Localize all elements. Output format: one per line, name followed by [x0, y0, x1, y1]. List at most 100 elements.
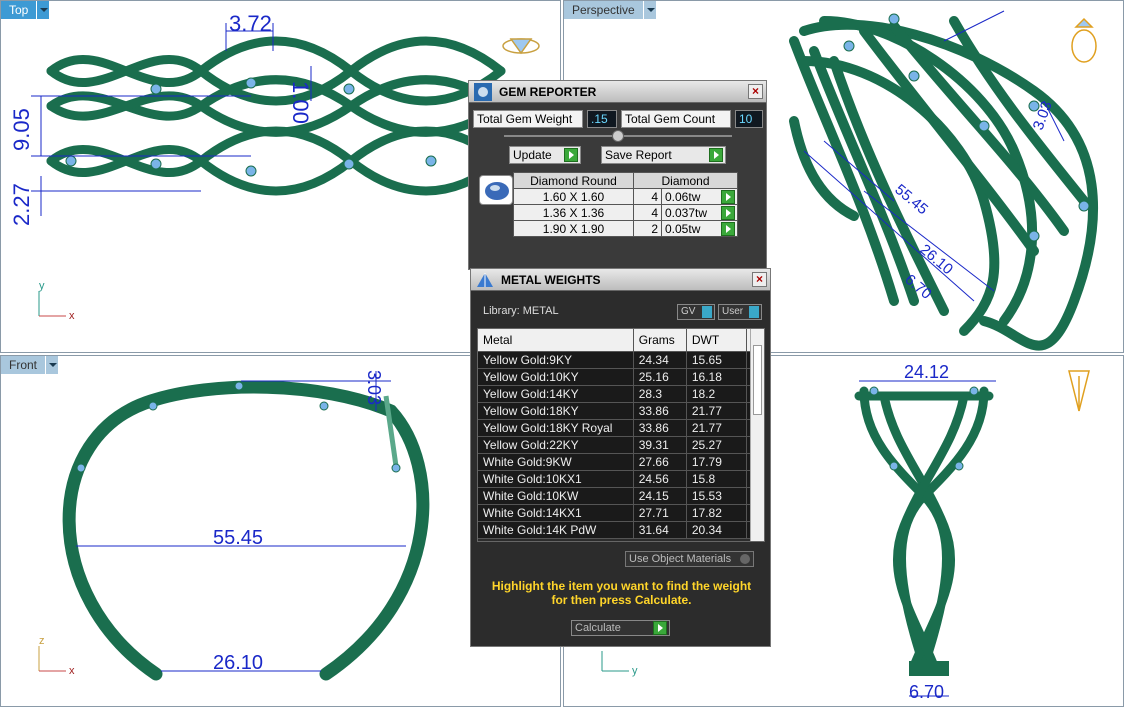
metal-metal: Yellow Gold:22KY	[478, 436, 634, 454]
viewport-top-label[interactable]: Top	[1, 1, 37, 19]
play-icon	[709, 148, 723, 162]
axis-x-label: x	[69, 665, 75, 677]
gem-row[interactable]: 1.36 X 1.36 4 0.037tw	[513, 204, 738, 221]
library-label: Library:	[483, 305, 520, 317]
total-gem-weight-label: Total Gem Weight	[473, 110, 583, 128]
gem-table: Diamond Round Diamond 1.60 X 1.60 4 0.06…	[513, 172, 738, 237]
viewport-perspective-tab[interactable]: Perspective	[564, 1, 656, 19]
metal-dwt: 15.53	[686, 487, 748, 505]
metal-grams: 39.31	[633, 436, 687, 454]
gem-col-material: Diamond	[633, 172, 738, 189]
divider-slider[interactable]	[504, 130, 732, 142]
use-object-materials-label: Use Object Materials	[629, 553, 732, 565]
metal-dwt: 15.65	[686, 351, 748, 369]
metal-weights-titlebar[interactable]: METAL WEIGHTS ×	[471, 269, 770, 291]
ring-preview-icon	[1071, 17, 1097, 63]
gem-row[interactable]: 1.90 X 1.90 2 0.05tw	[513, 220, 738, 237]
metal-weights-title: METAL WEIGHTS	[501, 272, 601, 287]
gem-reporter-title: GEM REPORTER	[499, 84, 597, 99]
gem-row[interactable]: 1.60 X 1.60 4 0.06tw	[513, 188, 738, 205]
metal-row[interactable]: Yellow Gold:22KY 39.31 25.27	[478, 436, 764, 454]
chevron-down-icon[interactable]	[45, 356, 59, 374]
axis-y-label: y	[632, 665, 638, 677]
metal-dwt: 17.79	[686, 453, 748, 471]
hint-text: Highlight the item you want to find the …	[491, 579, 752, 607]
play-icon[interactable]	[721, 190, 735, 204]
viewport-perspective-label[interactable]: Perspective	[564, 1, 643, 19]
gem-weight: 0.037tw	[661, 204, 738, 221]
axis-y-label: y	[39, 280, 45, 292]
metal-dwt: 16.18	[686, 368, 748, 386]
metal-grams: 24.56	[633, 470, 687, 488]
gv-toggle[interactable]: GV	[677, 304, 715, 320]
diamond-shape-icon	[479, 175, 513, 205]
metal-dwt: 21.77	[686, 419, 748, 437]
dim-front-2: 55.45	[213, 527, 263, 549]
gem-weight: 0.05tw	[661, 220, 738, 237]
play-icon[interactable]	[721, 222, 735, 236]
metal-grams: 24.34	[633, 351, 687, 369]
metal-table: Metal Grams DWT Yellow Gold:9KY 24.34 15.6…	[478, 329, 764, 539]
col-metal[interactable]: Metal	[478, 329, 634, 352]
update-label: Update	[513, 148, 552, 162]
chevron-down-icon[interactable]	[642, 1, 656, 19]
play-icon[interactable]	[721, 206, 735, 220]
metal-row[interactable]: Yellow Gold:14KY 28.3 18.2	[478, 385, 764, 403]
total-gem-weight-value: .15	[587, 110, 617, 128]
metal-grams: 27.66	[633, 453, 687, 471]
calculate-label: Calculate	[575, 622, 621, 634]
col-dwt[interactable]: DWT	[686, 329, 748, 352]
metal-row[interactable]: Yellow Gold:18KY 33.86 21.77	[478, 402, 764, 420]
dim-right-2: 6.70	[909, 682, 944, 702]
metal-row[interactable]: White Gold:9KW 27.66 17.79	[478, 453, 764, 471]
metal-weights-panel: METAL WEIGHTS × Library: METAL GV User M…	[470, 268, 771, 647]
update-button[interactable]: Update	[509, 146, 581, 164]
metal-grams: 33.86	[633, 419, 687, 437]
metal-grams: 33.86	[633, 402, 687, 420]
dim-right-1: 24.12	[904, 362, 949, 382]
metal-row[interactable]: Yellow Gold:10KY 25.16 16.18	[478, 368, 764, 386]
use-object-materials-toggle[interactable]: Use Object Materials	[625, 551, 754, 567]
metal-metal: Yellow Gold:18KY Royal	[478, 419, 634, 437]
metal-dwt: 15.8	[686, 470, 748, 488]
metal-row[interactable]: White Gold:10KX1 24.56 15.8	[478, 470, 764, 488]
play-icon	[564, 148, 578, 162]
metal-metal: White Gold:14K PdW	[478, 521, 634, 539]
scrollbar[interactable]	[750, 329, 764, 541]
gem-reporter-titlebar[interactable]: GEM REPORTER ×	[469, 81, 766, 103]
metal-grams: 25.16	[633, 368, 687, 386]
metal-table-wrap: Metal Grams DWT Yellow Gold:9KY 24.34 15.6…	[477, 328, 765, 542]
metal-row[interactable]: Yellow Gold:18KY Royal 33.86 21.77	[478, 419, 764, 437]
col-grams[interactable]: Grams	[633, 329, 687, 352]
metal-dwt: 18.2	[686, 385, 748, 403]
metal-metal: Yellow Gold:9KY	[478, 351, 634, 369]
save-report-button[interactable]: Save Report	[601, 146, 726, 164]
metal-metal: Yellow Gold:10KY	[478, 368, 634, 386]
user-toggle[interactable]: User	[718, 304, 762, 320]
library-field: Library: METAL	[483, 305, 559, 317]
metal-row[interactable]: Yellow Gold:9KY 24.34 15.65	[478, 351, 764, 369]
total-gem-count-label: Total Gem Count	[621, 110, 731, 128]
metal-row[interactable]: White Gold:14K PdW 31.64 20.34	[478, 521, 764, 539]
ring-preview-icon	[1068, 370, 1090, 412]
metal-row[interactable]: White Gold:14KX1 27.71 17.82	[478, 504, 764, 522]
metal-metal: White Gold:14KX1	[478, 504, 634, 522]
close-icon[interactable]: ×	[752, 272, 767, 287]
save-report-label: Save Report	[605, 148, 672, 162]
metal-metal: White Gold:10KW	[478, 487, 634, 505]
chevron-down-icon[interactable]	[36, 1, 50, 19]
calculate-button[interactable]: Calculate	[571, 620, 670, 636]
close-icon[interactable]: ×	[748, 84, 763, 99]
metal-grams: 31.64	[633, 521, 687, 539]
viewport-front-label[interactable]: Front	[1, 356, 46, 374]
metal-row[interactable]: White Gold:10KW 24.15 15.53	[478, 487, 764, 505]
gem-size: 1.60 X 1.60	[513, 188, 634, 205]
viewport-top-tab[interactable]: Top	[1, 1, 50, 19]
viewport-front-tab[interactable]: Front	[1, 356, 59, 374]
metal-metal: Yellow Gold:18KY	[478, 402, 634, 420]
metal-metal: White Gold:9KW	[478, 453, 634, 471]
gem-weight: 0.06tw	[661, 188, 738, 205]
total-gem-count-value: 10	[735, 110, 763, 128]
gem-reporter-panel: GEM REPORTER × Total Gem Weight .15 Tota…	[468, 80, 767, 270]
gem-count: 4	[633, 204, 662, 221]
